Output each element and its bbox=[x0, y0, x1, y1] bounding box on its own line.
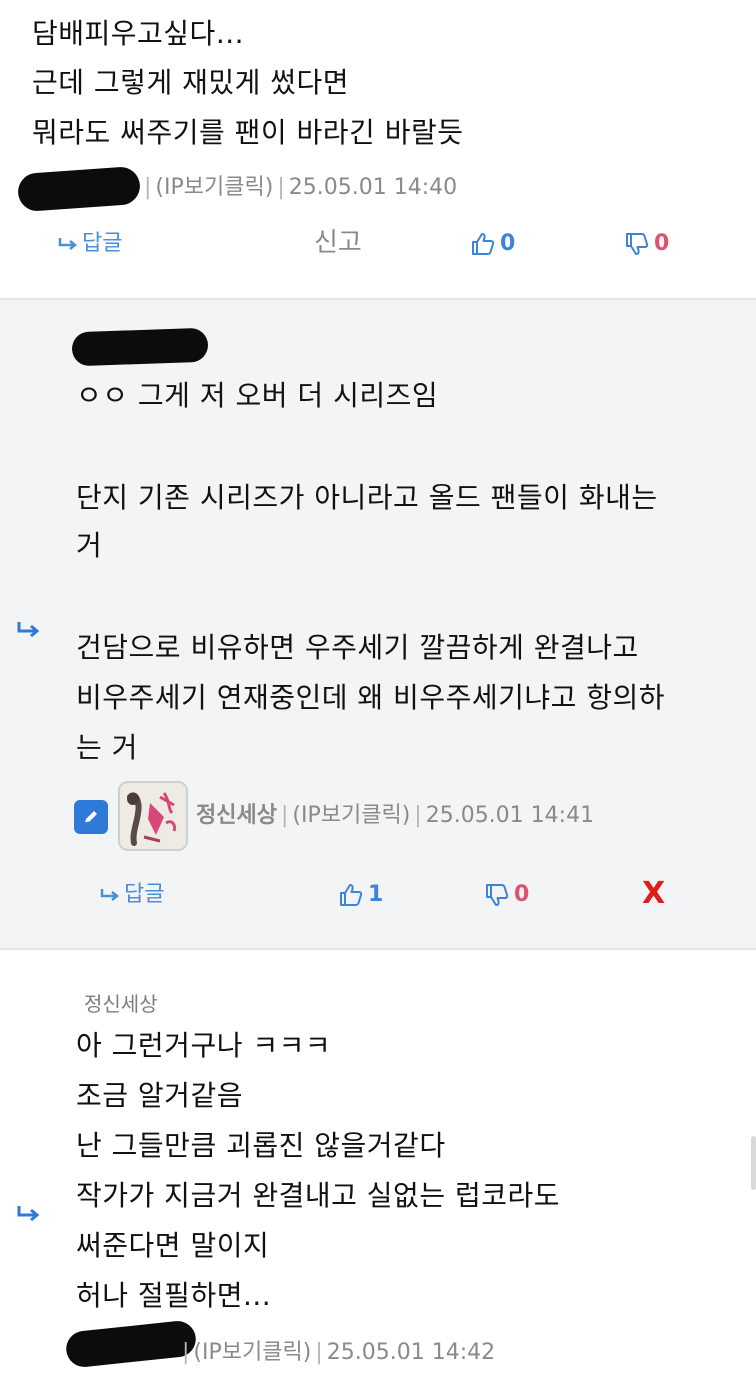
like-button[interactable]: 0 bbox=[470, 229, 515, 259]
dislike-button[interactable]: 0 bbox=[484, 880, 529, 910]
ip-view-link[interactable]: (IP보기클릭) bbox=[193, 1340, 311, 1365]
meta-separator: | bbox=[182, 1340, 190, 1365]
like-button[interactable]: 1 bbox=[338, 880, 383, 910]
comment-text-line: ㅇㅇ 그게 저 오버 더 시리즈임 bbox=[76, 379, 439, 412]
reply-label: 답글 bbox=[82, 231, 123, 256]
dislike-count: 0 bbox=[654, 231, 670, 256]
reply-arrow-icon bbox=[58, 238, 78, 250]
scrollbar-thumb[interactable] bbox=[751, 1136, 756, 1190]
comment-nickname[interactable]: 정신세상 bbox=[196, 803, 277, 828]
comment-text-line: 조금 알거같음 bbox=[76, 1079, 243, 1112]
reply-arrow-icon bbox=[17, 622, 40, 638]
reply-button[interactable]: 답글 bbox=[58, 229, 122, 259]
comment-text-line: 써준다면 말이지 bbox=[76, 1229, 270, 1262]
ip-view-link[interactable]: (IP보기클릭) bbox=[155, 175, 273, 200]
comment-text-line: 아 그런거구나 ㅋㅋㅋ bbox=[76, 1029, 332, 1062]
comment-text-line: 비우주세기 연재중인데 왜 비우주세기냐고 항의하 bbox=[76, 681, 666, 714]
meta-separator: | bbox=[280, 803, 289, 828]
reply-arrow-icon bbox=[100, 889, 120, 901]
reply-arrow-icon bbox=[17, 1206, 40, 1222]
thumbs-down-icon bbox=[626, 233, 649, 255]
comment-meta: | (IP보기클릭) | 25.05.01 14:42 bbox=[178, 1338, 495, 1368]
comment-text-line: 허나 절필하면... bbox=[76, 1279, 272, 1312]
comment-text-line: 난 그들만큼 괴롭진 않을거같다 bbox=[76, 1129, 446, 1162]
meta-separator: | bbox=[144, 175, 152, 200]
comment-text-line: 뭐라도 써주기를 팬이 바라긴 바랄듯 bbox=[32, 116, 464, 149]
redacted-nickname bbox=[71, 327, 209, 367]
comment-meta: | (IP보기클릭) | 25.05.01 14:40 bbox=[140, 173, 457, 203]
meta-separator: | bbox=[315, 1340, 323, 1365]
comment-text-line: 는 거 bbox=[76, 731, 138, 764]
parent-nickname-ref: 정신세상 bbox=[84, 992, 158, 1016]
comment-timestamp: 25.05.01 14:40 bbox=[288, 175, 458, 200]
reply-button[interactable]: 답글 bbox=[100, 880, 164, 910]
comment-text-line: 담배피우고싶다... bbox=[32, 17, 245, 50]
comment-2-reply: ㅇㅇ 그게 저 오버 더 시리즈임 단지 기존 시리즈가 아니라고 올드 팬들이… bbox=[0, 300, 756, 948]
comment-timestamp: 25.05.01 14:42 bbox=[326, 1340, 496, 1365]
comment-1: 담배피우고싶다... 근데 그렇게 재밌게 썼다면 뭐라도 써주기를 팬이 바라… bbox=[0, 0, 756, 298]
thumbs-up-icon bbox=[472, 233, 495, 255]
delete-button[interactable]: X bbox=[642, 879, 665, 909]
meta-separator: | bbox=[414, 803, 422, 828]
meta-separator: | bbox=[277, 175, 285, 200]
thumbs-down-icon bbox=[486, 884, 509, 906]
comment-3-reply: 정신세상 아 그런거구나 ㅋㅋㅋ 조금 알거같음 난 그들만큼 괴롭진 않을거같… bbox=[0, 950, 756, 1381]
dislike-button[interactable]: 0 bbox=[624, 229, 669, 259]
comment-meta: 정신세상 | (IP보기클릭) | 25.05.01 14:41 bbox=[196, 801, 594, 831]
avatar-image[interactable] bbox=[118, 781, 188, 851]
ip-view-link[interactable]: (IP보기클릭) bbox=[292, 803, 410, 828]
comment-text-line: 근데 그렇게 재밌게 썼다면 bbox=[32, 66, 350, 99]
comment-text-line: 단지 기존 시리즈가 아니라고 올드 팬들이 화내는 bbox=[76, 481, 658, 514]
comment-text-line: 작가가 지금거 완결내고 실없는 럽코라도 bbox=[76, 1179, 561, 1212]
like-count: 1 bbox=[368, 882, 384, 907]
comment-text-line: 거 bbox=[76, 529, 103, 562]
like-count: 0 bbox=[500, 231, 516, 256]
comment-text-line: 건담으로 비유하면 우주세기 깔끔하게 완결나고 bbox=[76, 631, 639, 664]
reply-label: 답글 bbox=[124, 882, 165, 907]
comment-timestamp: 25.05.01 14:41 bbox=[425, 803, 595, 828]
dislike-count: 0 bbox=[514, 882, 530, 907]
report-button[interactable]: 신고 bbox=[314, 228, 362, 258]
thumbs-up-icon bbox=[340, 884, 363, 906]
redacted-nickname bbox=[16, 165, 142, 213]
edit-pencil-icon[interactable] bbox=[74, 800, 108, 834]
